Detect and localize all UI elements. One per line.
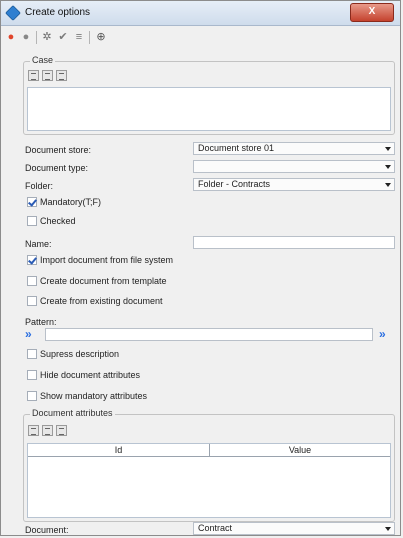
folder-value: Folder - Contracts [198, 179, 271, 189]
case-edit-button[interactable] [42, 70, 53, 81]
document-store-label: Document store: [25, 145, 92, 155]
attributes-add-button[interactable] [28, 425, 39, 436]
record-icon[interactable]: ● [20, 31, 32, 43]
document-type-label: Document type: [25, 163, 89, 173]
import-label: Import document from file system [40, 255, 174, 265]
attributes-edit-button[interactable] [42, 425, 53, 436]
create-options-dialog: Create options X ● ● ✲ ✔ ≡ ⊕ Case Docume… [0, 0, 401, 536]
hide-attributes-label: Hide document attributes [40, 370, 141, 380]
create-template-label: Create document from template [40, 276, 167, 286]
show-mandatory-label: Show mandatory attributes [40, 391, 148, 401]
checked-label: Checked [40, 216, 76, 226]
add-doc-icon[interactable]: ⊕ [95, 31, 107, 43]
document-label: Document: [25, 525, 69, 535]
check-icon[interactable]: ✔ [57, 31, 69, 43]
case-group: Case [23, 55, 395, 135]
title-bar: Create options X [1, 1, 400, 26]
show-mandatory-checkbox[interactable] [27, 391, 37, 401]
supress-description-checkbox[interactable] [27, 349, 37, 359]
document-type-select[interactable] [193, 160, 395, 173]
pattern-input[interactable] [45, 328, 373, 341]
name-label: Name: [25, 239, 52, 249]
toolbar-separator [89, 31, 90, 44]
case-list[interactable] [27, 87, 391, 131]
settings-icon[interactable]: ✲ [41, 31, 53, 43]
window-title: Create options [25, 7, 91, 18]
create-existing-label: Create from existing document [40, 296, 163, 306]
chevron-down-icon [385, 183, 391, 187]
document-value: Contract [198, 523, 233, 533]
column-value[interactable]: Value [210, 444, 390, 456]
toolbar: ● ● ✲ ✔ ≡ ⊕ [5, 29, 385, 45]
chevron-down-icon [385, 165, 391, 169]
attributes-table[interactable]: Id Value [27, 443, 391, 518]
document-store-value: Document store 01 [198, 143, 275, 153]
document-store-select[interactable]: Document store 01 [193, 142, 395, 155]
name-input[interactable] [193, 236, 395, 249]
close-button[interactable]: X [350, 3, 394, 22]
pattern-label: Pattern: [25, 317, 57, 327]
pattern-left-chevron-icon[interactable]: » [25, 327, 32, 341]
chevron-down-icon [385, 527, 391, 531]
chevron-down-icon [385, 147, 391, 151]
app-icon [5, 5, 21, 21]
document-attributes-group: Document attributes Id Value [23, 408, 395, 522]
hide-attributes-checkbox[interactable] [27, 370, 37, 380]
mandatory-label: Mandatory(T;F) [40, 197, 102, 207]
mandatory-checkbox[interactable] [27, 197, 37, 207]
create-existing-checkbox[interactable] [27, 296, 37, 306]
new-red-icon[interactable]: ● [5, 31, 17, 43]
toolbar-separator [36, 31, 37, 44]
document-select[interactable]: Contract [193, 522, 395, 535]
case-delete-button[interactable] [56, 70, 67, 81]
import-checkbox[interactable] [27, 255, 37, 265]
supress-description-label: Supress description [40, 349, 120, 359]
checked-checkbox[interactable] [27, 216, 37, 226]
case-group-label: Case [30, 55, 56, 65]
folder-label: Folder: [25, 181, 54, 191]
attributes-table-header: Id Value [28, 444, 390, 457]
case-add-button[interactable] [28, 70, 39, 81]
create-template-checkbox[interactable] [27, 276, 37, 286]
attributes-delete-button[interactable] [56, 425, 67, 436]
align-icon[interactable]: ≡ [73, 31, 85, 43]
document-attributes-label: Document attributes [30, 408, 115, 418]
pattern-right-chevron-icon[interactable]: » [379, 327, 386, 341]
column-id[interactable]: Id [28, 444, 209, 456]
folder-select[interactable]: Folder - Contracts [193, 178, 395, 191]
